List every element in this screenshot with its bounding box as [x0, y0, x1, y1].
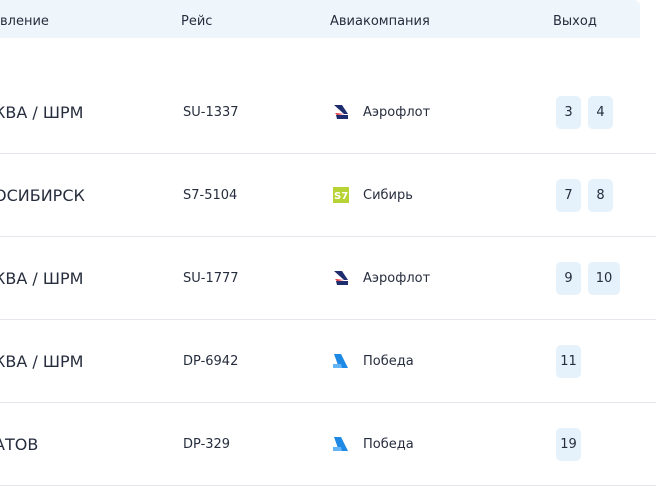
destination-cell: КВА / ШРМ: [0, 103, 84, 122]
table-row[interactable]: КВА / ШРМ DP-6942 Победа 11: [0, 320, 656, 403]
header-gate: Выход: [553, 14, 597, 29]
gate-badge[interactable]: 7: [556, 179, 581, 212]
gate-badge[interactable]: 19: [556, 428, 581, 461]
flight-number-cell: DP-329: [183, 437, 231, 452]
airline-cell: Победа: [333, 435, 414, 453]
table-row[interactable]: АТОВ DP-329 Победа 19: [0, 403, 656, 486]
destination-cell: КВА / ШРМ: [0, 352, 84, 371]
gate-list: 19: [556, 428, 581, 461]
pobeda-logo-icon: [333, 354, 348, 368]
flight-number-cell: SU-1777: [183, 271, 239, 286]
airline-name: Аэрофлот: [363, 104, 431, 120]
row-divider: [0, 485, 656, 486]
gate-badge[interactable]: 11: [556, 345, 581, 378]
svg-text:S7: S7: [334, 191, 348, 202]
gate-list: 7 8: [556, 179, 613, 212]
table-row[interactable]: ОСИБИРСК S7-5104 S7 Сибирь 7 8: [0, 154, 656, 237]
table-header: вление Рейс Авиакомпания Выход: [0, 0, 640, 38]
flight-number-cell: SU-1337: [183, 105, 239, 120]
airline-cell: Аэрофлот: [333, 103, 430, 121]
table-row[interactable]: КВА / ШРМ SU-1777 Аэрофлот 9 10: [0, 237, 656, 320]
gate-badge[interactable]: 4: [588, 96, 613, 129]
gate-badge[interactable]: 9: [556, 262, 581, 295]
destination-cell: ОСИБИРСК: [0, 186, 85, 205]
airline-name: Победа: [363, 353, 414, 369]
header-destination: вление: [0, 14, 49, 29]
aeroflot-logo-icon: [334, 105, 348, 119]
destination-cell: АТОВ: [0, 435, 39, 454]
header-airline: Авиакомпания: [330, 14, 430, 29]
airline-cell: Победа: [333, 352, 414, 370]
airline-cell: S7 Сибирь: [333, 186, 413, 204]
table-row[interactable]: КВА / ШРМ SU-1337 Аэрофлот 3 4: [0, 71, 656, 154]
s7-logo-icon: S7: [333, 187, 349, 203]
airline-name: Аэрофлот: [363, 270, 431, 286]
gate-badge[interactable]: 3: [556, 96, 581, 129]
flight-number-cell: S7-5104: [183, 188, 238, 203]
gate-list: 11: [556, 345, 581, 378]
gate-list: 9 10: [556, 262, 620, 295]
flight-number-cell: DP-6942: [183, 354, 239, 369]
gate-badge[interactable]: 10: [588, 262, 620, 295]
airline-name: Сибирь: [363, 187, 413, 203]
airline-name: Победа: [363, 436, 414, 452]
gate-badge[interactable]: 8: [588, 179, 613, 212]
pobeda-logo-icon: [333, 437, 348, 451]
airline-cell: Аэрофлот: [333, 269, 430, 287]
aeroflot-logo-icon: [334, 271, 348, 285]
gate-list: 3 4: [556, 96, 613, 129]
destination-cell: КВА / ШРМ: [0, 269, 84, 288]
header-flight: Рейс: [181, 14, 213, 29]
